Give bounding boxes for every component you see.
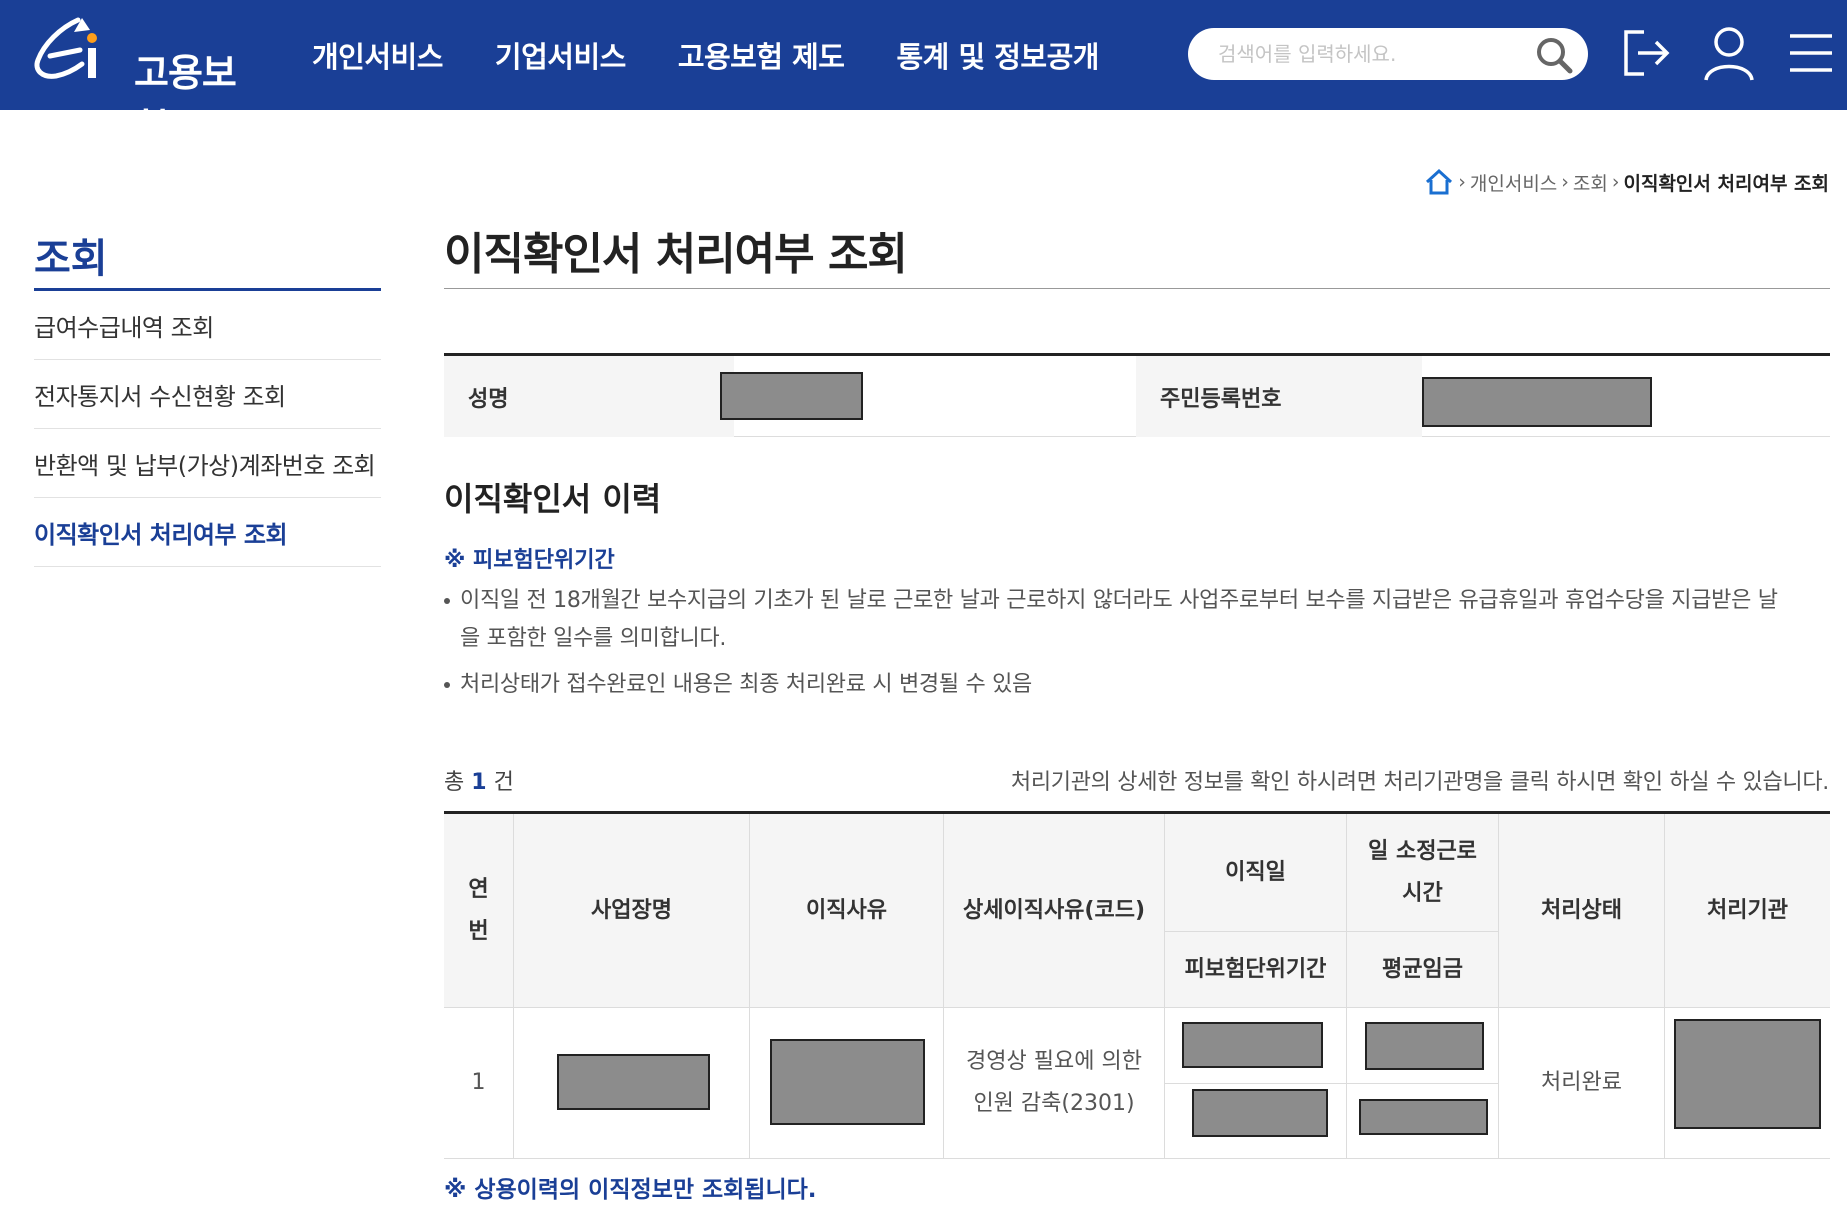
name-value-redacted <box>720 372 863 420</box>
name-label: 성명 <box>444 356 734 437</box>
header-split-line <box>1165 931 1499 932</box>
col-divider <box>943 814 944 1159</box>
search-icon[interactable] <box>1534 35 1574 75</box>
col-divider <box>513 814 514 1159</box>
cell-agency-redacted[interactable] <box>1674 1019 1821 1129</box>
col-header-leave-date: 이직일 <box>1165 814 1346 931</box>
main-nav: 개인서비스 기업서비스 고용보험 제도 통계 및 정보공개 <box>312 34 1151 76</box>
site-logo[interactable]: 고용보험 <box>30 14 250 150</box>
col-header-no: 연번 <box>444 814 513 1007</box>
col-divider <box>1346 814 1347 1159</box>
sidebar-item-e-notice[interactable]: 전자통지서 수신현황 조회 <box>34 360 381 429</box>
col-header-workplace: 사업장명 <box>514 814 749 1007</box>
sidebar-menu: 급여수급내역 조회 전자통지서 수신현황 조회 반환액 및 납부(가상)계좌번호… <box>34 291 381 567</box>
nav-personal-service[interactable]: 개인서비스 <box>312 34 443 76</box>
cell-reason-redacted <box>770 1039 925 1125</box>
rrn-label: 주민등록번호 <box>1136 356 1422 437</box>
rrn-value-redacted <box>1422 377 1652 427</box>
separation-history-table: 연번 사업장명 이직사유 상세이직사유(코드) 이직일 피보험단위기간 일 소정… <box>444 811 1830 1159</box>
top-header: 고용보험 개인서비스 기업서비스 고용보험 제도 통계 및 정보공개 <box>0 0 1847 150</box>
footer-note: ※ 상용이력의 이직정보만 조회됩니다. <box>444 1177 817 1203</box>
sidebar-item-benefit-history[interactable]: 급여수급내역 조회 <box>34 291 381 360</box>
cell-avg-wage-redacted <box>1359 1099 1488 1135</box>
logo-text: 고용보험 <box>134 51 237 150</box>
cell-no: 1 <box>471 1070 486 1095</box>
breadcrumb-current: 이직확인서 처리여부 조회 <box>1623 172 1829 195</box>
col-header-agency: 처리기관 <box>1665 814 1830 1007</box>
sidebar-item-refund-account[interactable]: 반환액 및 납부(가상)계좌번호 조회 <box>34 429 381 498</box>
col-divider <box>749 814 750 1159</box>
nav-corporate-service[interactable]: 기업서비스 <box>495 34 626 76</box>
total-prefix: 총 <box>444 770 465 795</box>
nav-statistics[interactable]: 통계 및 정보공개 <box>897 34 1100 76</box>
col-divider <box>1664 814 1665 1159</box>
note-title: ※ 피보험단위기간 <box>444 548 615 573</box>
cell-leave-date-redacted <box>1182 1022 1323 1068</box>
cell-workplace-redacted[interactable] <box>557 1054 710 1110</box>
col-header-reason: 이직사유 <box>750 814 943 1007</box>
nav-insurance-system[interactable]: 고용보험 제도 <box>678 34 845 76</box>
col-header-detail-reason: 상세이직사유(코드) <box>944 814 1164 1007</box>
menu-icon[interactable] <box>1784 24 1838 82</box>
sidebar-title: 조회 <box>34 236 108 282</box>
home-icon[interactable] <box>1424 168 1454 196</box>
chevron-right-icon: › <box>1561 171 1569 193</box>
col-header-insured-period: 피보험단위기간 <box>1165 932 1346 1007</box>
cell-detail-reason: 경영상 필요에 의한 인원 감축(2301) <box>966 1049 1142 1116</box>
col-header-status: 처리상태 <box>1499 814 1664 1007</box>
help-text: 처리기관의 상세한 정보를 확인 하시려면 처리기관명을 클릭 하시면 확인 하… <box>1010 770 1829 795</box>
col-header-avg-wage: 평균임금 <box>1347 932 1498 1007</box>
col-header-daily-hours: 일 소정근로시간 <box>1347 814 1498 931</box>
note-bullet-insured-period: 이직일 전 18개월간 보수지급의 기초가 된 날로 근로한 날과 근로하지 않… <box>444 582 1794 658</box>
cell-insured-period-redacted <box>1192 1089 1328 1137</box>
total-suffix: 건 <box>493 770 514 795</box>
search-box <box>1188 28 1588 80</box>
note-bullet-status: 처리상태가 접수완료인 내용은 최종 처리완료 시 변경될 수 있음 <box>444 666 1794 704</box>
breadcrumb-personal-service[interactable]: 개인서비스 <box>1470 169 1557 196</box>
logo-mark-icon <box>34 17 97 79</box>
user-info-table: 성명 주민등록번호 <box>444 353 1830 437</box>
cell-status: 처리완료 <box>1541 1070 1622 1095</box>
row-split-line <box>1165 1083 1499 1084</box>
total-count: 총 1 건 <box>444 764 514 796</box>
title-divider <box>444 288 1830 289</box>
sidebar-item-separation-status[interactable]: 이직확인서 처리여부 조회 <box>34 498 381 567</box>
page-title: 이직확인서 처리여부 조회 <box>444 229 908 280</box>
total-number: 1 <box>471 770 487 795</box>
logout-icon[interactable] <box>1620 24 1674 82</box>
breadcrumb-inquiry[interactable]: 조회 <box>1573 169 1608 196</box>
search-input[interactable] <box>1218 38 1518 70</box>
cell-daily-hours-redacted <box>1365 1022 1484 1070</box>
chevron-right-icon: › <box>1611 171 1620 193</box>
table-bottom-line <box>444 1158 1830 1159</box>
breadcrumb: › 개인서비스 › 조회 › 이직확인서 처리여부 조회 <box>1424 168 1829 196</box>
history-title: 이직확인서 이력 <box>444 480 662 518</box>
user-icon[interactable] <box>1702 24 1756 82</box>
chevron-right-icon: › <box>1458 171 1466 193</box>
col-divider <box>1164 814 1165 1159</box>
